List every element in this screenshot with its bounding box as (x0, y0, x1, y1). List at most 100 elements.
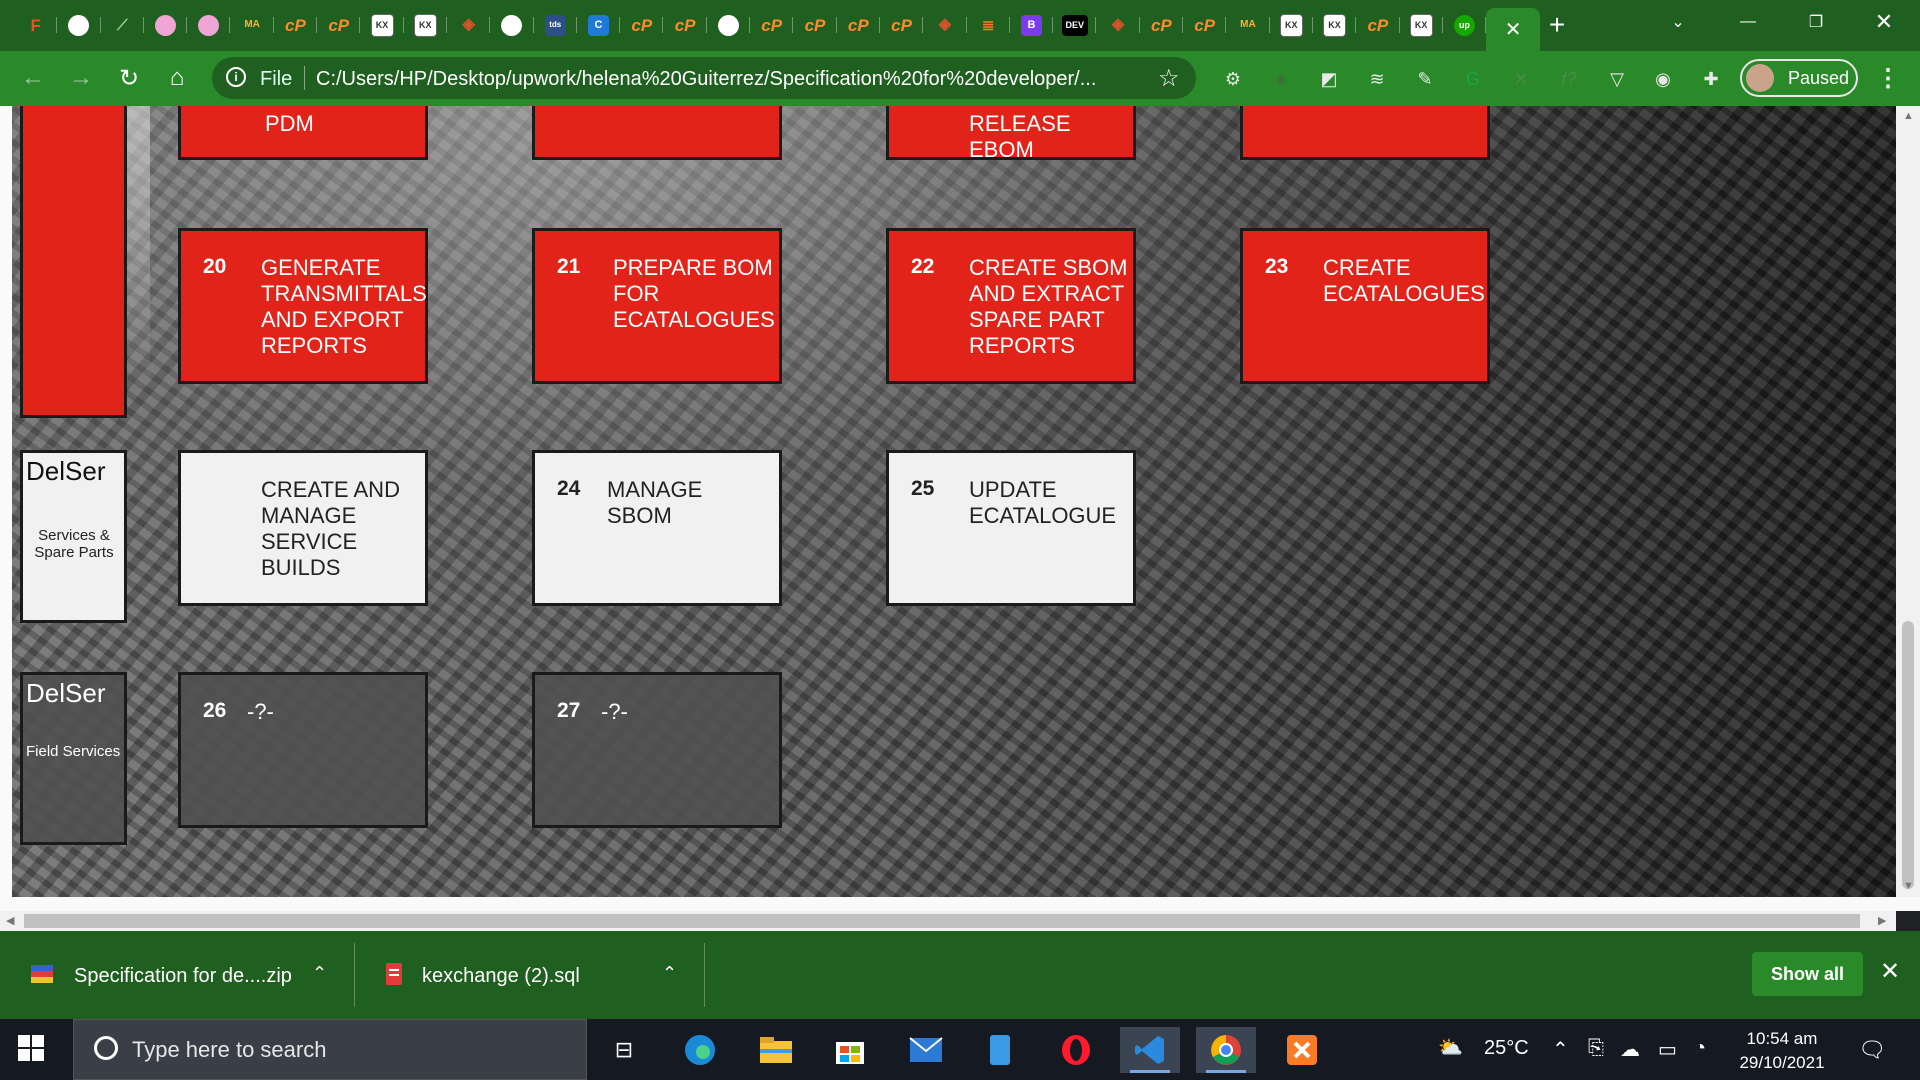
colorpicker-extension-icon[interactable]: ✎ (1412, 66, 1438, 92)
horizontal-scrollbar[interactable]: ◀ ▶ (0, 911, 1896, 931)
chrome-icon[interactable] (1196, 1027, 1256, 1073)
browser-tab[interactable] (187, 8, 231, 42)
forward-button[interactable]: → (64, 61, 98, 95)
file-explorer-icon[interactable] (746, 1027, 806, 1073)
process-card-20[interactable]: 20 GENERATE TRANSMITTALS AND EXPORT REPO… (178, 228, 428, 384)
browser-tab[interactable] (57, 8, 101, 42)
weather-icon[interactable]: ⛅ (1438, 1035, 1463, 1060)
scroll-up-icon[interactable]: ▲ (1903, 110, 1914, 122)
download-item[interactable]: Specification for de....zip ⌃ (30, 953, 330, 997)
taskbar-search[interactable]: Type here to search (73, 1019, 587, 1080)
process-card-26[interactable]: 26 -?- (178, 672, 428, 828)
notifications-icon[interactable]: 🗨 (1858, 1037, 1886, 1063)
vertical-scroll-thumb[interactable] (1902, 621, 1914, 889)
browser-tab[interactable]: ≣ (967, 8, 1011, 42)
download-item[interactable]: kexchange (2).sql ⌃ (382, 953, 682, 997)
reload-button[interactable]: ↻ (112, 61, 146, 95)
browser-tab[interactable]: cP (837, 8, 881, 42)
scroll-down-icon[interactable]: ▼ (1903, 880, 1914, 892)
home-button[interactable]: ⌂ (160, 61, 194, 95)
browser-tab[interactable] (144, 8, 188, 42)
process-card[interactable]: RELEASE EBOM (886, 106, 1136, 162)
browser-tab[interactable]: C (577, 8, 621, 42)
scroll-right-icon[interactable]: ▶ (1878, 914, 1886, 927)
extension-icon[interactable]: ● (1268, 66, 1294, 92)
chevron-up-icon[interactable]: ⌃ (662, 963, 677, 984)
browser-tab[interactable]: KX (404, 8, 448, 42)
x-extension-icon[interactable]: ✕ (1508, 66, 1534, 92)
grammarly-icon[interactable]: G (1460, 66, 1486, 92)
browser-tab[interactable]: ◈ (923, 8, 967, 42)
browser-tab[interactable]: cP (620, 8, 664, 42)
settings-extension-icon[interactable]: ⚙ (1220, 66, 1246, 92)
new-tab-button[interactable]: + (1540, 8, 1574, 42)
info-icon[interactable]: i (226, 67, 246, 87)
back-button[interactable]: ← (16, 61, 50, 95)
chevron-up-icon[interactable]: ⌃ (312, 963, 327, 984)
process-card-24[interactable]: 24 MANAGE SBOM (532, 450, 782, 606)
browser-tab[interactable]: cP (1183, 8, 1227, 42)
phone-icon[interactable] (970, 1027, 1030, 1073)
browser-tab[interactable]: cP (663, 8, 708, 42)
tab-search-icon[interactable]: ⌄ (1650, 0, 1706, 44)
close-downloads-icon[interactable]: ✕ (1880, 957, 1900, 986)
windows-start-icon[interactable] (18, 1035, 44, 1061)
layers-extension-icon[interactable]: ≋ (1364, 66, 1390, 92)
vue-devtools-icon[interactable]: ▽ (1604, 66, 1630, 92)
browser-tab[interactable]: cP (274, 8, 318, 42)
browser-tab[interactable]: ◈ (1096, 8, 1141, 42)
vpn-extension-icon[interactable]: ◉ (1650, 66, 1676, 92)
address-bar[interactable]: i File C:/Users/HP/Desktop/upwork/helena… (212, 57, 1196, 99)
opera-icon[interactable] (1046, 1027, 1106, 1073)
bookmark-star-icon[interactable]: ☆ (1158, 64, 1180, 93)
process-card-22[interactable]: 22 CREATE SBOM AND EXTRACT SPARE PART RE… (886, 228, 1136, 384)
mail-icon[interactable] (896, 1027, 956, 1073)
browser-tab[interactable] (707, 8, 751, 42)
browser-tab[interactable]: KX (1313, 8, 1357, 42)
process-card[interactable] (1240, 106, 1490, 160)
show-all-button[interactable]: Show all (1752, 952, 1863, 996)
browser-tab[interactable]: tds (534, 8, 578, 42)
browser-tab[interactable]: KX (1270, 8, 1314, 42)
minimize-button[interactable]: ― (1720, 0, 1776, 44)
browser-tab[interactable]: ◈ (447, 8, 491, 42)
restore-button[interactable]: ❐ (1788, 0, 1844, 44)
weather-temperature[interactable]: 25°C (1484, 1037, 1529, 1060)
extensions-puzzle-icon[interactable]: ✚ (1698, 66, 1724, 92)
vscode-icon[interactable] (1120, 1027, 1180, 1073)
vertical-scrollbar[interactable]: ▲ ▼ (1896, 106, 1920, 897)
store-icon[interactable] (820, 1027, 880, 1073)
onedrive-icon[interactable]: ☁ (1620, 1037, 1640, 1062)
process-card[interactable]: PDM (178, 106, 428, 160)
process-card-23[interactable]: 23 CREATE ECATALOGUES (1240, 228, 1490, 384)
close-window-button[interactable]: ✕ (1856, 0, 1912, 44)
wifi-icon[interactable]: ◔ (1694, 1037, 1706, 1060)
browser-tab[interactable]: MA (230, 8, 275, 42)
horizontal-scroll-thumb[interactable] (24, 914, 1860, 928)
browser-tab[interactable]: B (1010, 8, 1054, 42)
browser-tab[interactable]: KX (360, 8, 404, 42)
process-card-27[interactable]: 27 -?- (532, 672, 782, 828)
browser-tab[interactable]: F (14, 8, 58, 42)
task-view-icon[interactable]: ⊟ (594, 1027, 654, 1073)
close-tab-icon[interactable]: ✕ (1505, 17, 1522, 42)
browser-tab[interactable]: cP (1140, 8, 1184, 42)
browser-tab[interactable]: cP (880, 8, 924, 42)
browser-tab[interactable]: MA (1226, 8, 1270, 42)
process-card-21[interactable]: 21 PREPARE BOM FOR ECATALOGUES (532, 228, 782, 384)
browser-tab[interactable]: DEV (1053, 8, 1097, 42)
clock[interactable]: 10:54 am 29/10/2021 (1724, 1027, 1840, 1075)
url-text[interactable]: C:/Users/HP/Desktop/upwork/helena%20Guit… (316, 68, 1150, 91)
eraser-extension-icon[interactable]: ◩ (1316, 66, 1342, 92)
active-browser-tab[interactable]: ✕ (1486, 8, 1541, 51)
process-card[interactable] (532, 106, 782, 160)
browser-tab[interactable] (490, 8, 534, 42)
browser-tab[interactable]: ⟋ (101, 8, 145, 42)
browser-tab[interactable]: cP (317, 8, 361, 42)
edge-icon[interactable] (670, 1027, 730, 1073)
browser-tab[interactable]: cP (793, 8, 837, 42)
profile-button[interactable]: Paused (1740, 59, 1858, 97)
process-card-25[interactable]: 25 UPDATE ECATALOGUE (886, 450, 1136, 606)
fx-extension-icon[interactable]: f? (1556, 66, 1582, 92)
meet-now-icon[interactable]: ⎘ (1588, 1037, 1604, 1060)
